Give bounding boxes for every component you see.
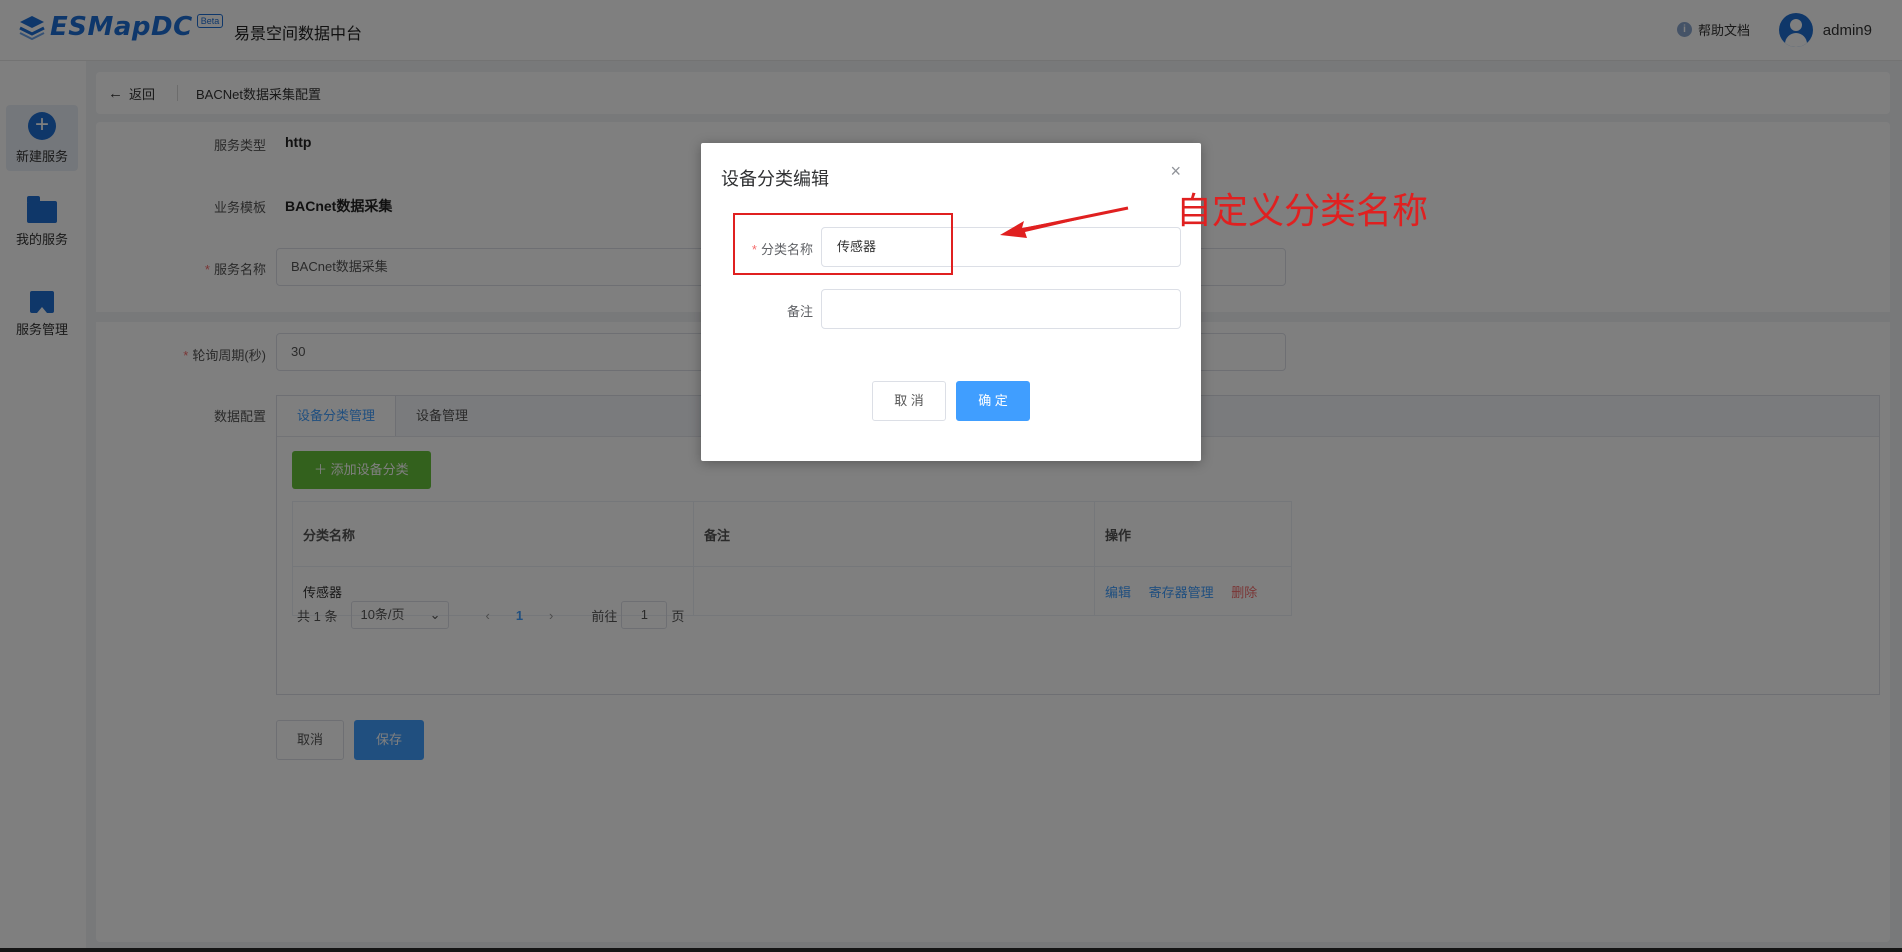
close-icon[interactable]: × (1170, 161, 1181, 182)
annotation-text: 自定义分类名称 (1176, 191, 1429, 232)
remark-input[interactable] (821, 289, 1181, 329)
remark-label: 备注 (786, 304, 813, 319)
highlight-box (733, 213, 953, 275)
dialog-title: 设备分类编辑 (721, 169, 829, 189)
category-edit-dialog: 设备分类编辑 × * 分类名称 传感器 备注 取 消 确 定 (701, 143, 1201, 461)
dialog-cancel-button[interactable]: 取 消 (872, 381, 946, 421)
dialog-confirm-button[interactable]: 确 定 (956, 381, 1030, 421)
